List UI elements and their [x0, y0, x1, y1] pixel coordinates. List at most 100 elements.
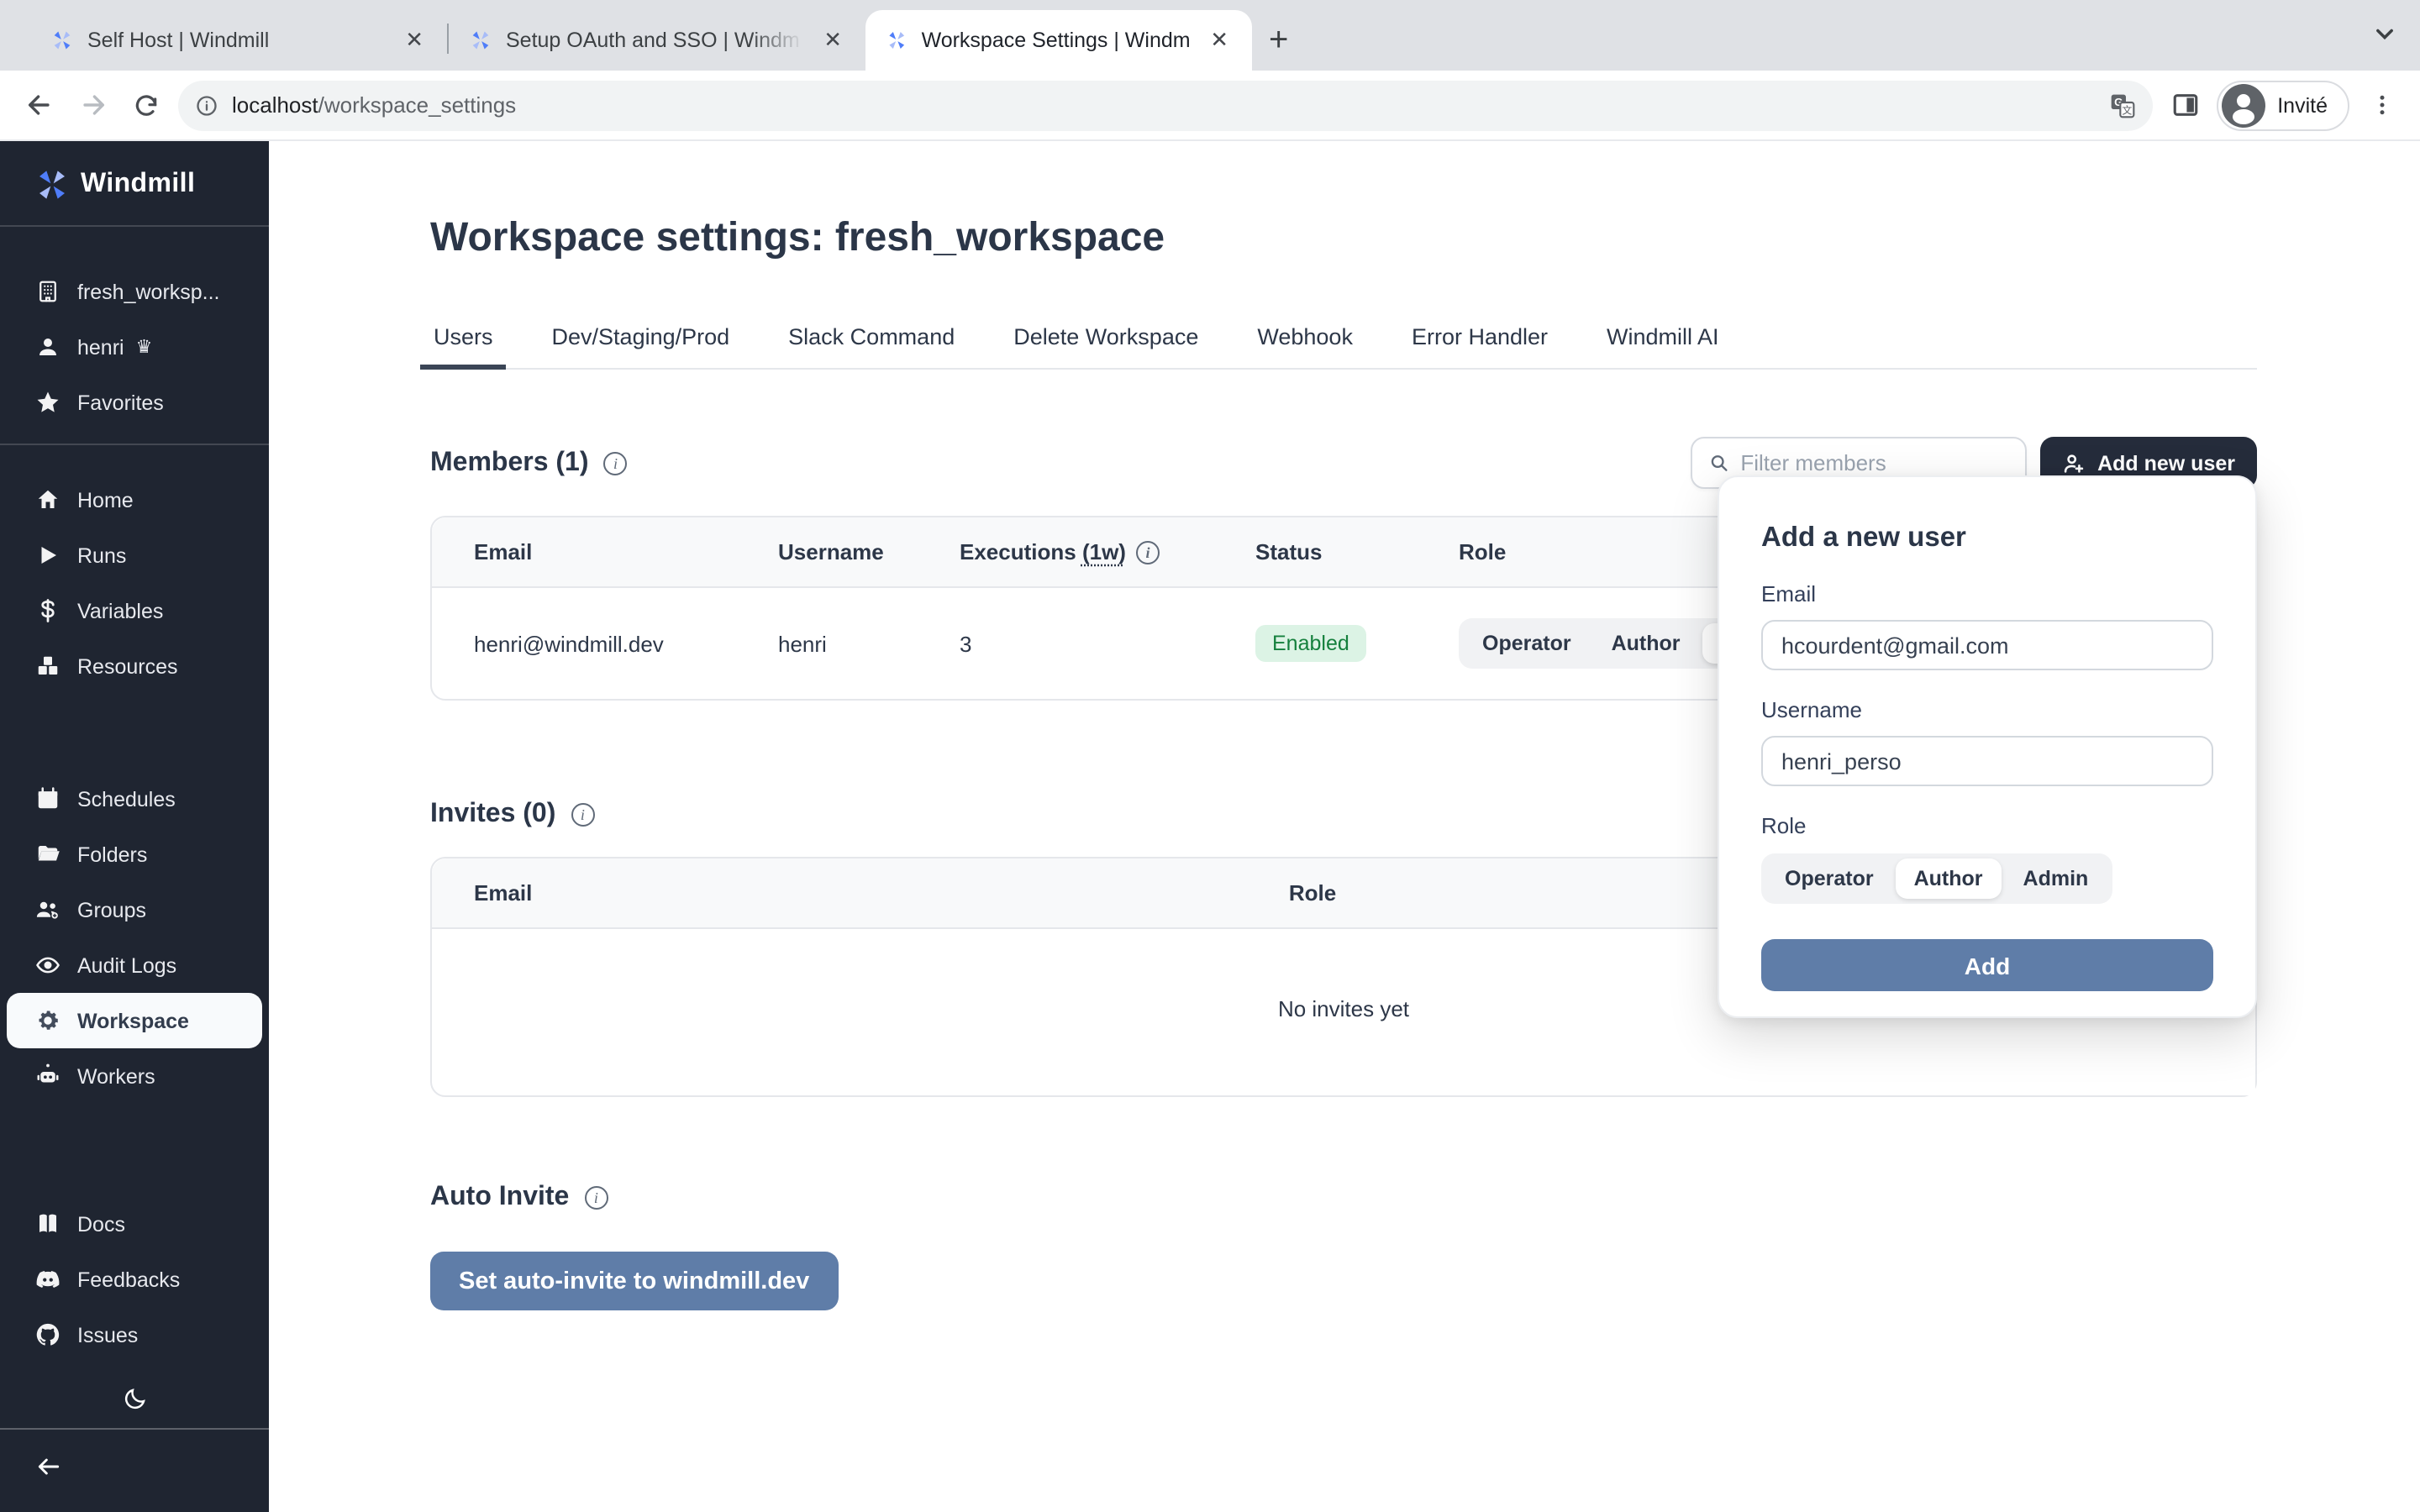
sidebar-item-audit-logs[interactable]: Audit Logs [0, 937, 269, 993]
sidebar-item-feedbacks[interactable]: Feedbacks [0, 1252, 269, 1307]
sidebar-item-label: Docs [77, 1212, 125, 1236]
sidebar-item-label: Schedules [77, 787, 176, 811]
add-user-popover: Add a new user Email Username Role Opera… [1718, 475, 2257, 1018]
info-icon[interactable]: i [604, 451, 628, 475]
browser-tab-strip: Self Host | Windmill ✕ Setup OAuth and S… [0, 0, 2420, 71]
add-new-user-label: Add new user [2097, 451, 2235, 475]
role-option-admin[interactable]: Admin [2005, 858, 2107, 899]
browser-profile-chip[interactable]: Invité [2217, 80, 2349, 130]
star-icon [35, 390, 60, 415]
username-label: Username [1761, 697, 2213, 722]
windmill-favicon-icon [469, 29, 492, 52]
moon-icon [122, 1386, 147, 1411]
sidebar-item-label: henri [77, 335, 124, 359]
address-bar[interactable]: localhost/workspace_settings G文 [178, 80, 2153, 130]
sidebar-item-label: fresh_worksp... [77, 280, 220, 303]
sidebar-item-label: Favorites [77, 391, 164, 414]
windmill-logo-icon [35, 168, 69, 202]
user-icon [35, 334, 60, 360]
sidebar-item-label: Home [77, 488, 134, 512]
column-username: Username [778, 517, 960, 586]
sidebar-item-runs[interactable]: Runs [0, 528, 269, 583]
application-window: Self Host | Windmill ✕ Setup OAuth and S… [0, 0, 2420, 1512]
set-auto-invite-button[interactable]: Set auto-invite to windmill.dev [430, 1252, 838, 1310]
tab-users[interactable]: Users [430, 324, 497, 368]
sidebar-item-label: Workspace [77, 1009, 189, 1032]
sidebar-item-label: Issues [77, 1323, 138, 1347]
windmill-favicon-icon [886, 29, 908, 52]
filter-members-input[interactable] [1740, 450, 2008, 475]
windmill-favicon-icon [50, 29, 74, 52]
arrow-left-icon [35, 1453, 62, 1480]
users-icon [35, 897, 60, 922]
member-email: henri@windmill.dev [432, 586, 778, 699]
info-icon[interactable]: i [1136, 540, 1160, 564]
sidebar-item-variables[interactable]: Variables [0, 583, 269, 638]
role-option-operator[interactable]: Operator [1766, 858, 1892, 899]
sidebar-item-workspace-switcher[interactable]: fresh_worksp... [0, 264, 269, 319]
reload-icon[interactable] [124, 83, 168, 127]
browser-tab-oauth-sso[interactable]: Setup OAuth and SSO | Windm ✕ [449, 10, 865, 71]
sidebar-item-label: Folders [77, 843, 147, 866]
info-icon[interactable]: i [584, 1186, 608, 1210]
sidebar-item-schedules[interactable]: Schedules [0, 771, 269, 827]
eye-icon [35, 953, 60, 978]
invites-heading: Invites (0) [430, 800, 555, 830]
back-icon[interactable] [17, 83, 60, 127]
close-icon[interactable]: ✕ [817, 25, 849, 55]
folder-icon [35, 842, 60, 867]
sidebar-item-favorites[interactable]: Favorites [0, 375, 269, 430]
browser-tab-workspace-settings[interactable]: Workspace Settings | Windmill ✕ [865, 10, 1252, 71]
dark-mode-toggle[interactable] [0, 1376, 269, 1428]
windmill-logo[interactable]: Windmill [0, 141, 269, 225]
settings-tabs: Users Dev/Staging/Prod Slack Command Del… [430, 324, 2257, 370]
sidebar-item-docs[interactable]: Docs [0, 1196, 269, 1252]
tab-title: Self Host | Windmill [87, 29, 385, 52]
sidebar-item-home[interactable]: Home [0, 472, 269, 528]
browser-tab-self-host[interactable]: Self Host | Windmill ✕ [30, 10, 447, 71]
tab-error-handler[interactable]: Error Handler [1408, 324, 1551, 368]
chevron-down-icon[interactable] [2373, 22, 2396, 54]
new-tab-button[interactable]: + [1269, 22, 1288, 60]
sidebar-collapse[interactable] [0, 1428, 269, 1512]
tab-webhook[interactable]: Webhook [1254, 324, 1356, 368]
role-option-operator[interactable]: Operator [1464, 623, 1590, 664]
role-option-author[interactable]: Author [1896, 858, 2002, 899]
tab-windmill-ai[interactable]: Windmill AI [1603, 324, 1723, 368]
tab-slack-command[interactable]: Slack Command [785, 324, 958, 368]
search-icon [1709, 452, 1728, 474]
email-field[interactable] [1761, 620, 2213, 670]
add-button[interactable]: Add [1761, 939, 2213, 991]
robot-icon [35, 1063, 60, 1089]
popover-title: Add a new user [1761, 522, 2213, 554]
auto-invite-section: Auto Invite i Set auto-invite to windmil… [430, 1183, 2257, 1310]
email-label: Email [1761, 581, 2213, 606]
role-option-author[interactable]: Author [1593, 623, 1699, 664]
tab-title: Workspace Settings | Windmill [922, 29, 1191, 52]
sidebar-item-user[interactable]: henri ♛ [0, 319, 269, 375]
site-info-icon[interactable] [195, 93, 218, 117]
sidebar-item-resources[interactable]: Resources [0, 638, 269, 694]
sidebar-item-folders[interactable]: Folders [0, 827, 269, 882]
tab-delete-workspace[interactable]: Delete Workspace [1010, 324, 1202, 368]
close-icon[interactable]: ✕ [1203, 25, 1235, 55]
page-title: Workspace settings: fresh_workspace [430, 215, 2257, 262]
sidebar-item-label: Groups [77, 898, 146, 921]
tab-dev-staging-prod[interactable]: Dev/Staging/Prod [549, 324, 734, 368]
side-panel-icon[interactable] [2163, 83, 2207, 127]
browser-menu-dots-icon[interactable] [2360, 83, 2403, 127]
sidebar-item-workspace[interactable]: Workspace [7, 993, 262, 1048]
sidebar-item-groups[interactable]: Groups [0, 882, 269, 937]
sidebar-item-label: Feedbacks [77, 1268, 180, 1291]
info-icon[interactable]: i [571, 803, 594, 827]
translate-icon[interactable]: G文 [2109, 92, 2136, 118]
close-icon[interactable]: ✕ [398, 25, 430, 55]
browser-toolbar: localhost/workspace_settings G文 Invité [0, 71, 2420, 141]
sidebar: Windmill fresh_worksp... henri ♛ Favorit… [0, 141, 269, 1512]
calendar-icon [35, 786, 60, 811]
forward-icon[interactable] [71, 83, 114, 127]
logo-text: Windmill [81, 170, 195, 200]
username-field[interactable] [1761, 736, 2213, 786]
sidebar-item-workers[interactable]: Workers [0, 1048, 269, 1104]
sidebar-item-issues[interactable]: Issues [0, 1307, 269, 1362]
